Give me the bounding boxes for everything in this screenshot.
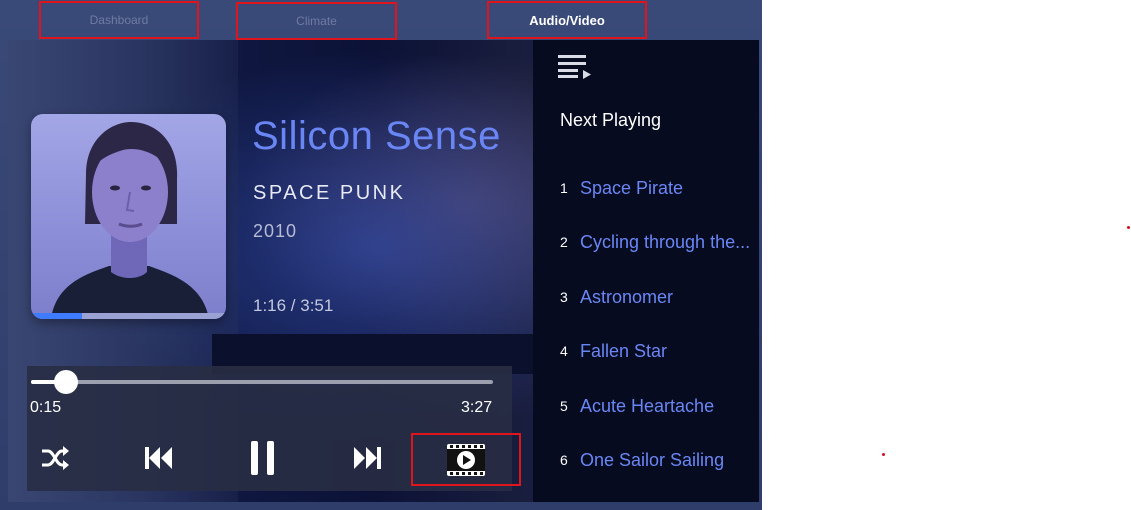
queue-item-title: Acute Heartache xyxy=(580,395,715,416)
queue-item-number: 1 xyxy=(560,180,568,196)
annotation-dot xyxy=(1127,226,1130,229)
queue-item-title: Cycling through the... xyxy=(580,231,751,252)
annotation-dot xyxy=(882,453,885,456)
tab-audio-video[interactable]: Audio/Video xyxy=(487,1,647,39)
time-remaining: 3:27 xyxy=(461,399,493,416)
album-progress-fill xyxy=(31,313,82,319)
queue-heading: Next Playing xyxy=(560,110,662,130)
queue-item-number: 5 xyxy=(560,398,568,414)
queue-item-title: Astronomer xyxy=(580,286,674,307)
queue-item[interactable]: 5 Acute Heartache xyxy=(560,393,714,419)
queue-item-title: Fallen Star xyxy=(580,340,668,361)
queue-list-button[interactable] xyxy=(558,53,592,86)
queue-item-title: Space Pirate xyxy=(580,177,684,198)
time-elapsed: 0:15 xyxy=(30,399,62,416)
album-art xyxy=(31,114,226,319)
queue-item-number: 2 xyxy=(560,234,568,250)
seek-handle[interactable] xyxy=(53,370,78,394)
tab-dashboard[interactable]: Dashboard xyxy=(39,1,199,39)
shuffle-icon xyxy=(42,446,69,470)
next-playing-panel: Next Playing 1 Space Pirate 2 Cycling th… xyxy=(533,40,759,502)
video-mode-button[interactable] xyxy=(411,433,521,486)
queue-item-number: 4 xyxy=(560,343,568,359)
album-progress-track xyxy=(31,313,226,319)
media-app: Dashboard Climate Audio/Video Silicon Se… xyxy=(0,0,762,510)
queue-item[interactable]: 2 Cycling through the... xyxy=(560,229,750,255)
video-play-icon xyxy=(447,443,485,476)
queue-item-title: One Sailor Sailing xyxy=(580,449,725,470)
skip-previous-icon xyxy=(145,447,172,469)
shuffle-button[interactable] xyxy=(36,438,74,478)
song-year: 2010 xyxy=(253,221,298,241)
previous-button[interactable] xyxy=(141,438,177,478)
skip-next-icon xyxy=(354,447,381,469)
pause-icon xyxy=(251,441,274,475)
queue-item[interactable]: 1 Space Pirate xyxy=(560,175,683,201)
queue-item[interactable]: 3 Astronomer xyxy=(560,284,673,310)
tab-climate[interactable]: Climate xyxy=(236,2,397,40)
song-artist: SPACE PUNK xyxy=(253,182,406,204)
queue-item[interactable]: 6 One Sailor Sailing xyxy=(560,447,724,473)
queue-item[interactable]: 4 Fallen Star xyxy=(560,338,667,364)
queue-list-icon xyxy=(558,55,591,79)
song-time: 1:16 / 3:51 xyxy=(253,296,334,315)
song-title: Silicon Sense xyxy=(252,114,501,158)
next-button[interactable] xyxy=(349,438,385,478)
seek-bar[interactable] xyxy=(31,370,493,394)
queue-item-number: 6 xyxy=(560,452,568,468)
queue-item-number: 3 xyxy=(560,289,568,305)
pause-button[interactable] xyxy=(245,438,281,478)
album-portrait-image xyxy=(51,122,209,319)
